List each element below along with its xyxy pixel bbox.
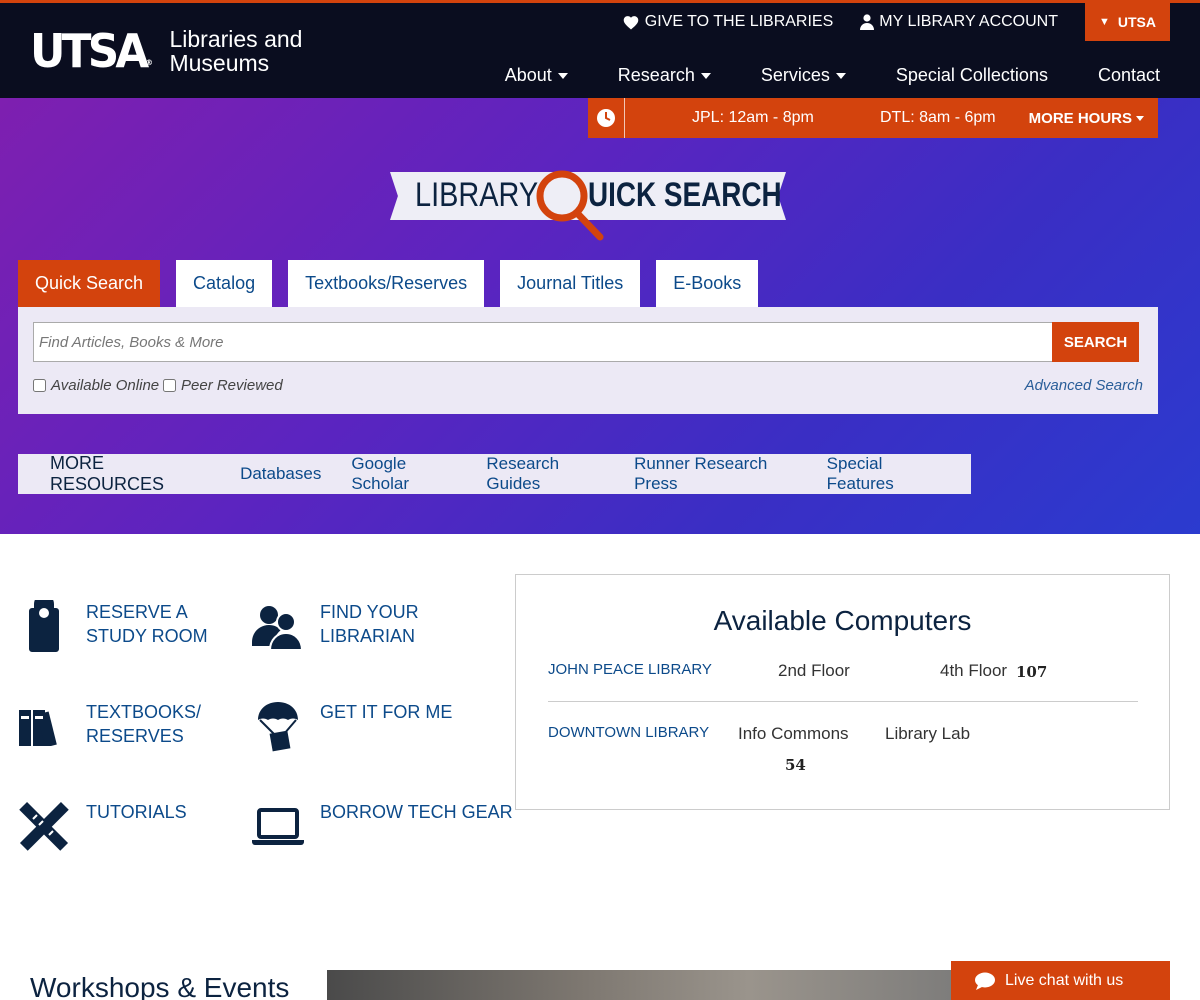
caret-down-icon [557, 72, 568, 79]
quick-search-title-search: UICK SEARCH [588, 176, 782, 214]
dtl-info-commons-count: 54 [785, 756, 806, 774]
resource-link-research-guides[interactable]: Research Guides [486, 454, 604, 494]
available-computers-title: Available Computers [713, 605, 972, 636]
clock-icon [588, 98, 625, 138]
dtl-library-lab-label: Library Lab [885, 724, 971, 743]
resource-link-google-scholar[interactable]: Google Scholar [351, 454, 456, 494]
hours-bar: JPL: 12am - 8pm DTL: 8am - 6pm MORE HOUR… [588, 98, 1158, 138]
borrow-tech-gear-link[interactable]: BORROW TECH GEAR [252, 800, 513, 852]
nav-special-collections-label: Special Collections [895, 65, 1048, 85]
textbooks-reserves-link[interactable]: TEXTBOOKS/ RESERVES [18, 700, 201, 752]
my-account-link[interactable]: MY LIBRARY ACCOUNT [860, 13, 1058, 31]
caret-down-icon [835, 72, 846, 79]
peer-reviewed-label: Peer Reviewed [181, 377, 283, 394]
people-icon [252, 600, 304, 652]
caret-down-icon [700, 72, 711, 79]
triangle-down-icon: ▼ [1098, 16, 1110, 28]
get-it-for-me-link[interactable]: GET IT FOR ME [252, 700, 452, 752]
hours-jpl: JPL: 12am - 8pm [692, 109, 814, 126]
peer-reviewed-check[interactable] [163, 379, 176, 392]
borrow-tech-gear-label: BORROW TECH GEAR [320, 802, 513, 822]
live-chat-label: Live chat with us [1005, 971, 1124, 989]
textbooks-reserves-label: TEXTBOOKS/ RESERVES [86, 702, 202, 746]
heart-icon [623, 16, 639, 30]
user-icon [860, 14, 875, 30]
find-librarian-link[interactable]: FIND YOUR LIBRARIAN [252, 600, 419, 652]
utsa-dropdown-tab[interactable]: ▼ UTSA [1085, 3, 1170, 41]
available-online-checkbox[interactable]: Available Online [33, 377, 159, 394]
jpl-floor4-label: 4th Floor [940, 661, 1008, 680]
tab-catalog[interactable]: Catalog [176, 260, 273, 307]
nav-services-label: Services [760, 65, 830, 85]
workshops-events-heading: Workshops & Events [30, 972, 290, 1000]
tab-quick-search[interactable]: Quick Search [18, 260, 161, 307]
available-online-check[interactable] [33, 379, 46, 392]
resource-link-databases[interactable]: Databases [240, 464, 321, 484]
site-header: UTSA® Libraries and Museums GIVE TO THE … [0, 0, 1200, 98]
nav-about[interactable]: About [505, 65, 568, 86]
available-computers-panel: Available Computers JOHN PEACE LIBRARY 2… [515, 574, 1170, 810]
pencil-ruler-icon [18, 800, 70, 852]
give-link-label: GIVE TO THE LIBRARIES [644, 13, 834, 30]
more-resources-bar: MORE RESOURCES Databases Google Scholar … [18, 453, 971, 494]
my-account-label: MY LIBRARY ACCOUNT [879, 13, 1058, 30]
tab-ebooks[interactable]: E-Books [656, 260, 759, 307]
search-tabs: Quick Search Catalog Textbooks/Reserves … [18, 260, 774, 307]
tab-textbooks-reserves[interactable]: Textbooks/Reserves [288, 260, 485, 307]
more-hours-button[interactable]: MORE HOURS [1029, 110, 1144, 127]
logo-subtitle-line1: Libraries and [169, 26, 303, 52]
utsa-tab-label: UTSA [1117, 14, 1156, 30]
nav-research[interactable]: Research [618, 65, 711, 86]
search-input[interactable] [33, 322, 1053, 362]
jpl-floor2-label: 2nd Floor [778, 661, 850, 680]
logo-subtitle-line2: Museums [169, 50, 270, 76]
advanced-search-link[interactable]: Advanced Search [1025, 377, 1143, 394]
nav-about-label: About [504, 65, 552, 85]
divider [548, 701, 1138, 702]
nav-services[interactable]: Services [761, 65, 846, 86]
books-icon [18, 700, 70, 752]
resource-link-runner-research-press[interactable]: Runner Research Press [634, 454, 797, 494]
reserve-study-room-label: RESERVE A STUDY ROOM [86, 602, 208, 646]
hero-section: JPL: 12am - 8pm DTL: 8am - 6pm MORE HOUR… [0, 98, 1200, 534]
utsa-logo[interactable]: UTSA® Libraries and Museums [30, 27, 302, 89]
quick-search-title-library: LIBRARY [415, 176, 539, 214]
get-it-for-me-label: GET IT FOR ME [320, 702, 453, 722]
jpl-computers-link[interactable]: JOHN PEACE LIBRARY [548, 661, 712, 678]
search-panel: SEARCH Available Online Peer Reviewed Ad… [18, 307, 1158, 414]
dtl-computers-link[interactable]: DOWNTOWN LIBRARY [548, 724, 709, 741]
hours-dtl: DTL: 8am - 6pm [880, 109, 996, 126]
give-link[interactable]: GIVE TO THE LIBRARIES [622, 13, 834, 31]
caret-down-icon [1136, 115, 1144, 121]
more-resources-label: MORE RESOURCES [50, 453, 165, 494]
laptop-icon [252, 800, 304, 852]
resource-link-special-features[interactable]: Special Features [827, 454, 941, 494]
logo-subtitle: Libraries and Museums [169, 27, 302, 75]
live-chat-button[interactable]: Live chat with us [951, 961, 1170, 1000]
main-nav: About Research Services Special Collecti… [505, 65, 1160, 86]
tutorials-link[interactable]: TUTORIALS [18, 800, 187, 852]
jpl-floor4-count: 107 [1016, 663, 1048, 681]
utility-links: GIVE TO THE LIBRARIES MY LIBRARY ACCOUNT… [622, 3, 1170, 41]
nav-contact[interactable]: Contact [1098, 65, 1160, 86]
nav-special-collections[interactable]: Special Collections [896, 65, 1048, 86]
find-librarian-label: FIND YOUR LIBRARIAN [320, 602, 419, 646]
more-hours-label: MORE HOURS [1028, 109, 1132, 127]
search-button[interactable]: SEARCH [1052, 322, 1139, 362]
dtl-info-commons-label: Info Commons [738, 724, 849, 743]
logo-wordmark: UTSA® [30, 24, 153, 78]
reserve-study-room-link[interactable]: RESERVE A STUDY ROOM [18, 600, 208, 652]
peer-reviewed-checkbox[interactable]: Peer Reviewed [163, 377, 283, 394]
parachute-package-icon [252, 700, 304, 752]
tutorials-label: TUTORIALS [86, 802, 187, 822]
nav-contact-label: Contact [1097, 65, 1160, 85]
door-hanger-icon [18, 600, 70, 652]
available-online-label: Available Online [51, 377, 160, 394]
nav-research-label: Research [617, 65, 695, 85]
tab-journal-titles[interactable]: Journal Titles [500, 260, 641, 307]
chat-bubble-icon [975, 972, 995, 990]
